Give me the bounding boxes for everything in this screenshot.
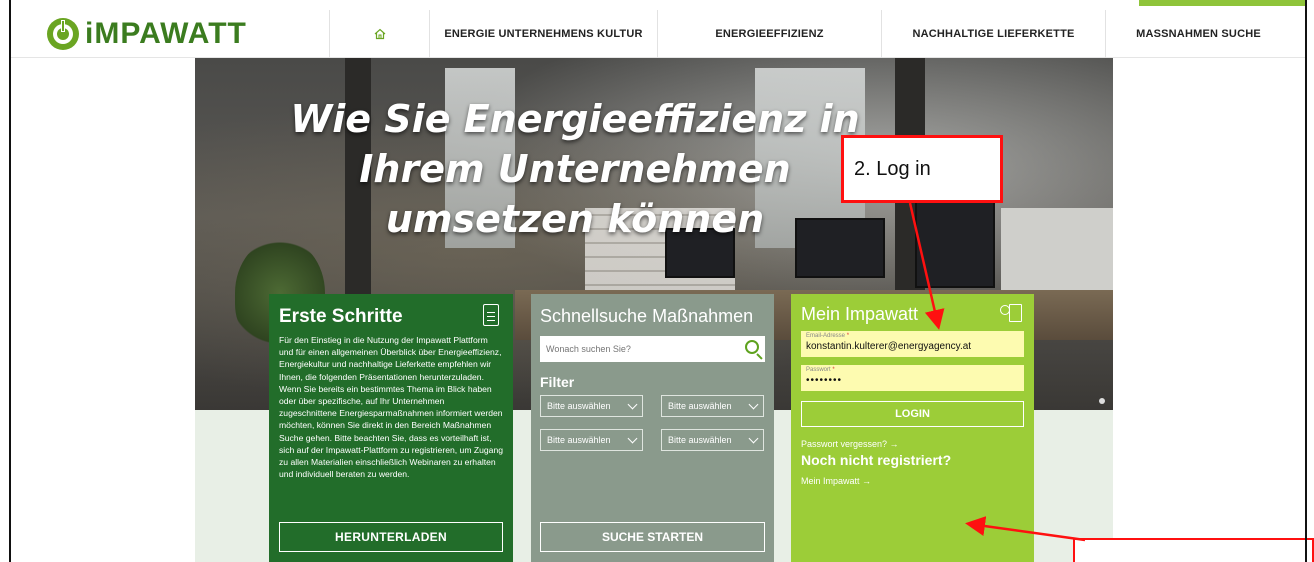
filter-select[interactable]: Bitte auswählen	[540, 395, 643, 417]
nav-massnahmen-suche[interactable]: MASSNAHMEN SUCHE	[1105, 10, 1291, 58]
panel-title: Erste Schritte	[279, 306, 403, 327]
filter-label: Filter	[540, 374, 575, 390]
nav-home[interactable]	[329, 10, 429, 58]
panel-mein-impawatt: Mein Impawatt Email-Adresse * konstantin…	[791, 294, 1034, 562]
panel-title: Schnellsuche Maßnahmen	[540, 306, 754, 326]
annotation-callout: 2. Log in	[841, 135, 1003, 203]
slider-dot[interactable]	[1099, 398, 1105, 404]
password-field[interactable]: Passwort * ••••••••	[801, 365, 1024, 391]
chevron-down-icon	[748, 399, 759, 410]
nav-energieeffizienz[interactable]: ENERGIEEFFIZIENZ	[657, 10, 881, 58]
panel-erste-schritte: Erste Schritte Für den Einstieg in die N…	[269, 294, 513, 562]
user-card-icon	[1000, 302, 1022, 324]
email-label: Email-Adresse	[806, 333, 846, 339]
filter-select[interactable]: Bitte auswählen	[661, 395, 764, 417]
nav-energie-unternehmens-kultur[interactable]: ENERGIE UNTERNEHMENS KULTUR	[429, 10, 657, 58]
download-button[interactable]: HERUNTERLADEN	[279, 522, 503, 552]
hero-monitor	[915, 198, 995, 288]
panel-title: Mein Impawatt	[801, 304, 919, 324]
my-impawatt-link[interactable]: Mein Impawatt →	[801, 476, 1024, 486]
panel-schnellsuche: Schnellsuche Maßnahmen Filter Bitte ausw…	[531, 294, 774, 562]
email-value: konstantin.kulterer@energyagency.at	[806, 341, 972, 352]
filter-select[interactable]: Bitte auswählen	[661, 429, 764, 451]
hero-title: Wie Sie Energieeffizienz in Ihrem Untern…	[290, 97, 860, 241]
select-value: Bitte auswählen	[547, 401, 611, 411]
email-field[interactable]: Email-Adresse * konstantin.kulterer@ener…	[801, 331, 1024, 357]
main-nav: ENERGIE UNTERNEHMENS KULTUR ENERGIEEFFIZ…	[329, 10, 1291, 58]
home-icon	[374, 28, 385, 40]
password-value: ••••••••	[806, 375, 843, 386]
start-search-button[interactable]: SUCHE STARTEN	[540, 522, 765, 552]
page-frame-left-border	[9, 0, 11, 562]
top-strip	[11, 0, 1305, 10]
site-header: iMPAWATT ENERGIE UNTERNEHMENS KULTUR ENE…	[11, 10, 1305, 58]
select-value: Bitte auswählen	[547, 435, 611, 445]
login-button[interactable]: LOGIN	[801, 401, 1024, 427]
search-icon[interactable]	[745, 340, 759, 354]
power-logo-icon	[47, 18, 79, 50]
search-input[interactable]	[540, 336, 730, 362]
password-label: Passwort	[806, 367, 831, 373]
callout-text: 2. Log in	[854, 157, 931, 180]
top-accent-bar	[1139, 0, 1305, 6]
logo-text: iMPAWATT	[85, 17, 247, 50]
nav-nachhaltige-lieferkette[interactable]: NACHHALTIGE LIEFERKETTE	[881, 10, 1105, 58]
document-icon	[483, 304, 499, 326]
search-box	[540, 336, 765, 362]
forgot-password-link[interactable]: Passwort vergessen? →	[801, 439, 1024, 449]
panel-description: Für den Einstieg in die Nutzung der Impa…	[279, 335, 503, 480]
not-registered-heading: Noch nicht registriert?	[801, 452, 952, 468]
chevron-down-icon	[627, 399, 638, 410]
page-frame-right-border	[1305, 0, 1307, 562]
chevron-down-icon	[748, 433, 759, 444]
logo[interactable]: iMPAWATT	[47, 16, 247, 52]
chevron-down-icon	[627, 433, 638, 444]
filter-selects: Bitte auswählen Bitte auswählen Bitte au…	[540, 395, 765, 451]
select-value: Bitte auswählen	[668, 401, 732, 411]
annotation-callout-box	[1073, 538, 1314, 562]
filter-select[interactable]: Bitte auswählen	[540, 429, 643, 451]
select-value: Bitte auswählen	[668, 435, 732, 445]
